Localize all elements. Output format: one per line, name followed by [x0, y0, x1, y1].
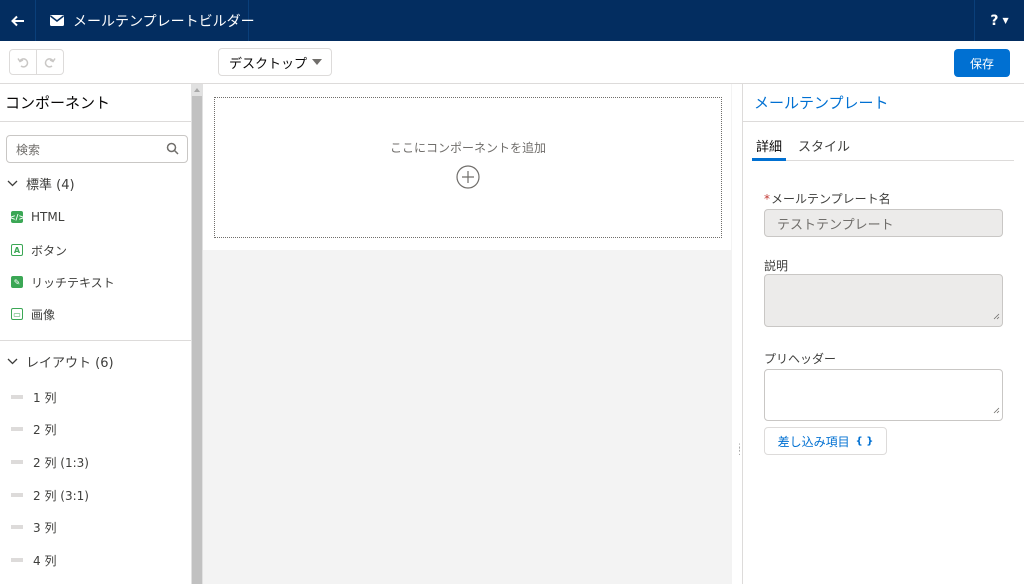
panel-resize-handle[interactable]: ⋮⋮⋮⋮ [731, 84, 754, 584]
merge-fields-button[interactable]: 差し込み項目 { } [764, 427, 887, 455]
chevron-down-icon [7, 180, 18, 187]
description-field[interactable] [764, 274, 1003, 327]
undo-button[interactable] [10, 50, 36, 74]
help-menu[interactable]: ? ▼ [974, 0, 1024, 41]
component-label: HTML [31, 210, 65, 224]
title-area: メールテンプレートビルダー [36, 0, 255, 41]
redo-icon [44, 58, 56, 68]
scrollbar[interactable] [191, 84, 203, 584]
properties-panel: メールテンプレート 詳細 スタイル *メールテンプレート名 テストテンプレート … [742, 84, 1024, 584]
layout-label: 2 列 (3:1) [33, 488, 89, 503]
template-name-field[interactable]: テストテンプレート [764, 209, 1003, 237]
preheader-label: プリヘッダー [764, 352, 837, 366]
layout-section[interactable]: レイアウト (6) [0, 349, 191, 373]
code-icon: </> [8, 211, 26, 223]
component-image[interactable]: ▭ 画像 [11, 304, 55, 324]
layout-item[interactable]: 2 列 [11, 419, 56, 439]
dropdown-arrow-icon [312, 59, 322, 65]
scrollbar-thumb[interactable] [192, 96, 202, 584]
column-layout-icon [11, 493, 23, 497]
standard-section[interactable]: 標準 (4) [0, 171, 191, 195]
braces-icon: { } [855, 435, 874, 447]
search-placeholder: 検索 [16, 142, 41, 157]
image-icon: ▭ [11, 308, 23, 320]
layout-label: 3 列 [33, 520, 57, 535]
resize-grip-icon [993, 309, 1000, 324]
preheader-field[interactable] [764, 369, 1003, 421]
add-circle-icon[interactable] [456, 165, 480, 189]
merge-fields-label: 差し込み項目 [777, 434, 850, 449]
help-label: ? [990, 12, 999, 29]
tab-details[interactable]: 詳細 [752, 129, 787, 161]
components-title: コンポーネント [0, 84, 191, 122]
back-arrow-icon [10, 15, 24, 26]
back-button[interactable] [0, 0, 36, 41]
required-marker: * [764, 192, 770, 206]
email-icon [50, 15, 64, 26]
layout-label: 2 列 [33, 422, 57, 437]
properties-tabs: 詳細 スタイル [752, 129, 1014, 161]
layout-label: 1 列 [33, 390, 57, 405]
layout-section-label: レイアウト (6) [26, 355, 114, 371]
name-label-text: メールテンプレート名 [771, 192, 891, 206]
layout-label: 2 列 (1:3) [33, 455, 89, 470]
column-layout-icon [11, 427, 23, 431]
layout-item[interactable]: 3 列 [11, 517, 56, 537]
layout-label: 4 列 [33, 553, 57, 568]
undo-icon [17, 58, 29, 68]
column-layout-icon [11, 558, 23, 562]
device-select-value: デスクトップ [229, 56, 308, 72]
component-button[interactable]: A ボタン [11, 240, 67, 260]
component-rich-text[interactable]: ✎ リッチテキスト [11, 272, 115, 292]
layout-item[interactable]: 1 列 [11, 387, 56, 407]
layout-item[interactable]: 4 列 [11, 550, 56, 570]
redo-button[interactable] [36, 50, 63, 74]
save-button[interactable]: 保存 [954, 49, 1010, 77]
divider [0, 340, 191, 341]
resize-grip-icon [993, 403, 1000, 418]
name-field-label: *メールテンプレート名 [764, 190, 891, 207]
component-dropzone[interactable]: ここにコンポーネントを追加 [214, 97, 722, 238]
component-label: 画像 [31, 307, 56, 322]
component-label: ボタン [31, 243, 68, 258]
component-label: リッチテキスト [31, 275, 115, 290]
tab-style[interactable]: スタイル [794, 129, 854, 161]
component-html[interactable]: </> HTML [8, 207, 65, 227]
chevron-down-icon: ▼ [1002, 16, 1009, 25]
app-header: メールテンプレートビルダー ? ▼ [0, 0, 1024, 41]
column-layout-icon [11, 395, 23, 399]
properties-title: メールテンプレート [743, 84, 1024, 122]
canvas-body: ここにコンポーネントを追加 [203, 84, 731, 250]
scroll-up-icon[interactable] [194, 88, 200, 92]
components-panel: コンポーネント 検索 標準 (4) </> HTML A ボタン ✎ リッチテキ… [0, 84, 191, 584]
layout-item[interactable]: 2 列 (1:3) [11, 452, 89, 472]
search-icon [166, 142, 179, 158]
search-input[interactable]: 検索 [6, 135, 188, 163]
column-layout-icon [11, 525, 23, 529]
button-icon: A [11, 244, 23, 256]
dropzone-text: ここにコンポーネントを追加 [389, 141, 546, 155]
email-canvas: ここにコンポーネントを追加 [203, 84, 731, 584]
chevron-down-icon [7, 358, 18, 365]
undo-redo-group [9, 49, 64, 75]
layout-item[interactable]: 2 列 (3:1) [11, 485, 89, 505]
device-select[interactable]: デスクトップ [218, 48, 332, 76]
description-label: 説明 [764, 259, 789, 273]
app-title: メールテンプレートビルダー [73, 13, 255, 30]
template-name-value: テストテンプレート [777, 217, 894, 233]
column-layout-icon [11, 460, 23, 464]
standard-section-label: 標準 (4) [26, 177, 75, 193]
toolbar: デスクトップ 保存 [0, 41, 1024, 84]
pencil-icon: ✎ [11, 276, 23, 288]
